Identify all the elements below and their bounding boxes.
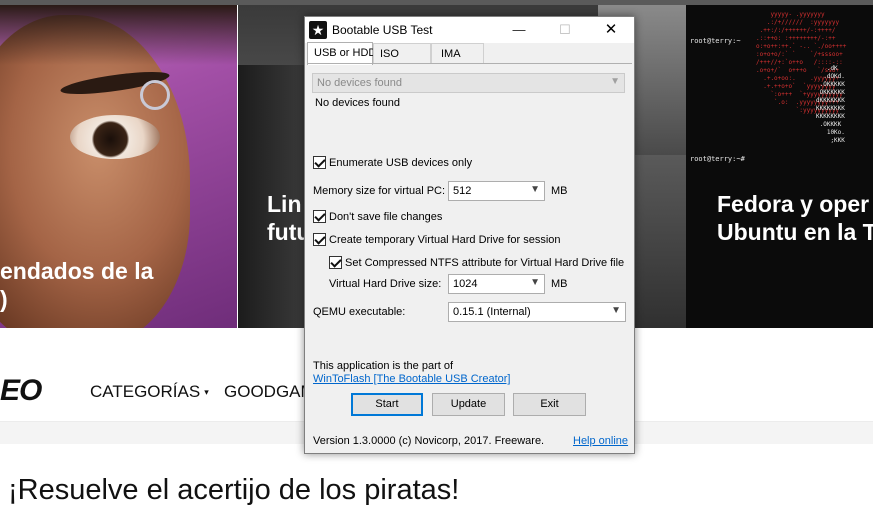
chevron-down-icon: ▾ <box>204 387 209 398</box>
compressed-ntfs-checkbox[interactable]: Set Compressed NTFS attribute for Virtua… <box>329 256 624 269</box>
device-select[interactable]: No devices found ▼ <box>312 73 625 93</box>
tab-usb-or-hdd[interactable]: USB or HDD <box>307 42 376 65</box>
create-vhd-checkbox[interactable]: Create temporary Virtual Hard Drive for … <box>313 233 561 246</box>
device-status-text: No devices found <box>315 97 400 109</box>
bootable-usb-test-dialog: ★ Bootable USB Test — ☐ ✕ USB or HDD ISO… <box>304 16 635 454</box>
memory-size-label: Memory size for virtual PC: <box>313 185 446 197</box>
vhd-unit-label: MB <box>551 278 568 290</box>
vhd-size-value: 1024 <box>453 278 478 290</box>
vhd-size-select[interactable]: 1024 ▼ <box>448 274 545 294</box>
checkbox-checked-icon <box>329 256 342 269</box>
site-logo[interactable]: EO <box>0 374 42 408</box>
update-button[interactable]: Update <box>432 393 505 416</box>
maximize-button[interactable]: ☐ <box>542 17 588 43</box>
exit-button[interactable]: Exit <box>513 393 586 416</box>
article-card-3-caption[interactable]: Fedora y oper Ubuntu en la T <box>717 190 873 246</box>
chevron-down-icon: ▼ <box>530 277 540 288</box>
dont-save-changes-label: Don't save file changes <box>329 210 443 223</box>
screen: yyyyy- .yyyyyyy .:/+////// :yyyyyyy .++:… <box>0 0 873 508</box>
device-select-value: No devices found <box>317 77 402 89</box>
window-title: Bootable USB Test <box>332 23 433 37</box>
article-image-eye <box>70 115 160 159</box>
nav-goodgame[interactable]: GOODGAM <box>224 382 315 402</box>
chevron-down-icon: ▼ <box>530 184 540 195</box>
qemu-label: QEMU executable: <box>313 306 406 318</box>
info-text: This application is the part of <box>313 360 454 372</box>
enumerate-usb-label: Enumerate USB devices only <box>329 156 473 169</box>
compressed-ntfs-label: Set Compressed NTFS attribute for Virtua… <box>345 256 625 269</box>
checkbox-checked-icon <box>313 210 326 223</box>
tab-iso[interactable]: ISO <box>373 43 431 64</box>
nav-categories-label: CATEGORÍAS <box>90 382 201 401</box>
star-icon: ★ <box>309 21 327 39</box>
enumerate-usb-checkbox[interactable]: Enumerate USB devices only <box>313 156 472 169</box>
help-online-link[interactable]: Help online <box>573 435 628 447</box>
article-card-1-caption[interactable]: endados de la ) <box>0 257 153 313</box>
qemu-select[interactable]: 0.15.1 (Internal) ▼ <box>448 302 626 322</box>
article-headline[interactable]: ¡Resuelve el acertijo de los piratas! <box>8 474 459 507</box>
dont-save-changes-checkbox[interactable]: Don't save file changes <box>313 210 442 223</box>
start-button[interactable]: Start <box>351 393 423 416</box>
close-button[interactable]: ✕ <box>588 17 634 43</box>
create-vhd-label: Create temporary Virtual Hard Drive for … <box>329 233 561 246</box>
checkbox-checked-icon <box>313 233 326 246</box>
version-text: Version 1.3.0000 (c) Novicorp, 2017. Fre… <box>313 435 545 447</box>
title-bar[interactable]: ★ Bootable USB Test — ☐ ✕ <box>305 17 634 43</box>
minimize-button[interactable]: — <box>496 17 542 43</box>
checkbox-checked-icon <box>313 156 326 169</box>
nav-categories[interactable]: CATEGORÍAS ▾ <box>90 382 209 402</box>
chevron-down-icon: ▼ <box>611 305 621 316</box>
memory-size-select[interactable]: 512 ▼ <box>448 181 545 201</box>
memory-size-value: 512 <box>453 185 472 197</box>
tab-ima[interactable]: IMA <box>431 43 484 64</box>
article-card-3[interactable]: yyyyy- .yyyyyyy .:/+////// :yyyyyyy .++:… <box>686 5 873 328</box>
qemu-value: 0.15.1 (Internal) <box>453 306 531 318</box>
chevron-down-icon: ▼ <box>610 76 620 87</box>
wintoflash-link[interactable]: WinToFlash [The Bootable USB Creator] <box>313 373 510 385</box>
vhd-size-label: Virtual Hard Drive size: <box>329 278 442 290</box>
memory-unit-label: MB <box>551 185 568 197</box>
